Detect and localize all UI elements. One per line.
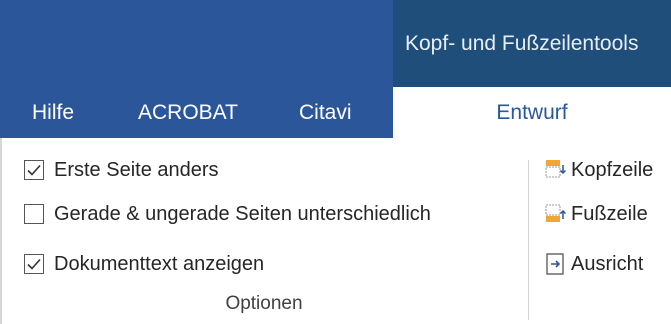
checkbox-unchecked-icon[interactable] <box>24 204 44 224</box>
header-position-icon <box>545 159 567 181</box>
option-label: Gerade & ungerade Seiten unterschiedlich <box>54 202 431 225</box>
tab-entwurf[interactable]: Entwurf <box>393 87 671 138</box>
command-label: Kopfzeile <box>571 158 654 181</box>
align-tab-icon <box>545 253 567 275</box>
tab-hilfe[interactable]: Hilfe <box>32 87 74 138</box>
command-label: Fußzeile <box>571 202 648 225</box>
option-label: Dokumenttext anzeigen <box>54 252 265 275</box>
tab-citavi[interactable]: Citavi <box>299 87 352 138</box>
footer-position-icon <box>545 203 567 225</box>
tab-acrobat[interactable]: ACROBAT <box>138 87 238 138</box>
command-header-position[interactable]: Kopfzeile <box>545 150 653 190</box>
group-separator <box>528 160 529 320</box>
command-footer-position[interactable]: Fußzeile <box>545 194 648 234</box>
ribbon-tab-row: Hilfe ACROBAT Citavi Entwurf <box>0 87 671 138</box>
command-label: Ausricht <box>571 252 644 275</box>
group-label-optionen: Optionen <box>225 293 303 314</box>
option-different-first-page[interactable]: Erste Seite anders <box>24 150 219 190</box>
word-ribbon-screenshot: Kopf- und Fußzeilentools Hilfe ACROBAT C… <box>0 0 671 324</box>
checkbox-checked-icon[interactable] <box>24 254 44 274</box>
option-label: Erste Seite anders <box>54 158 219 181</box>
checkbox-checked-icon[interactable] <box>24 160 44 180</box>
option-different-odd-even[interactable]: Gerade & ungerade Seiten unterschiedlich <box>24 194 431 234</box>
command-align-tab[interactable]: Ausricht <box>545 244 643 284</box>
contextual-tab-header: Kopf- und Fußzeilentools <box>393 0 671 87</box>
option-show-document-text[interactable]: Dokumenttext anzeigen <box>24 244 264 284</box>
